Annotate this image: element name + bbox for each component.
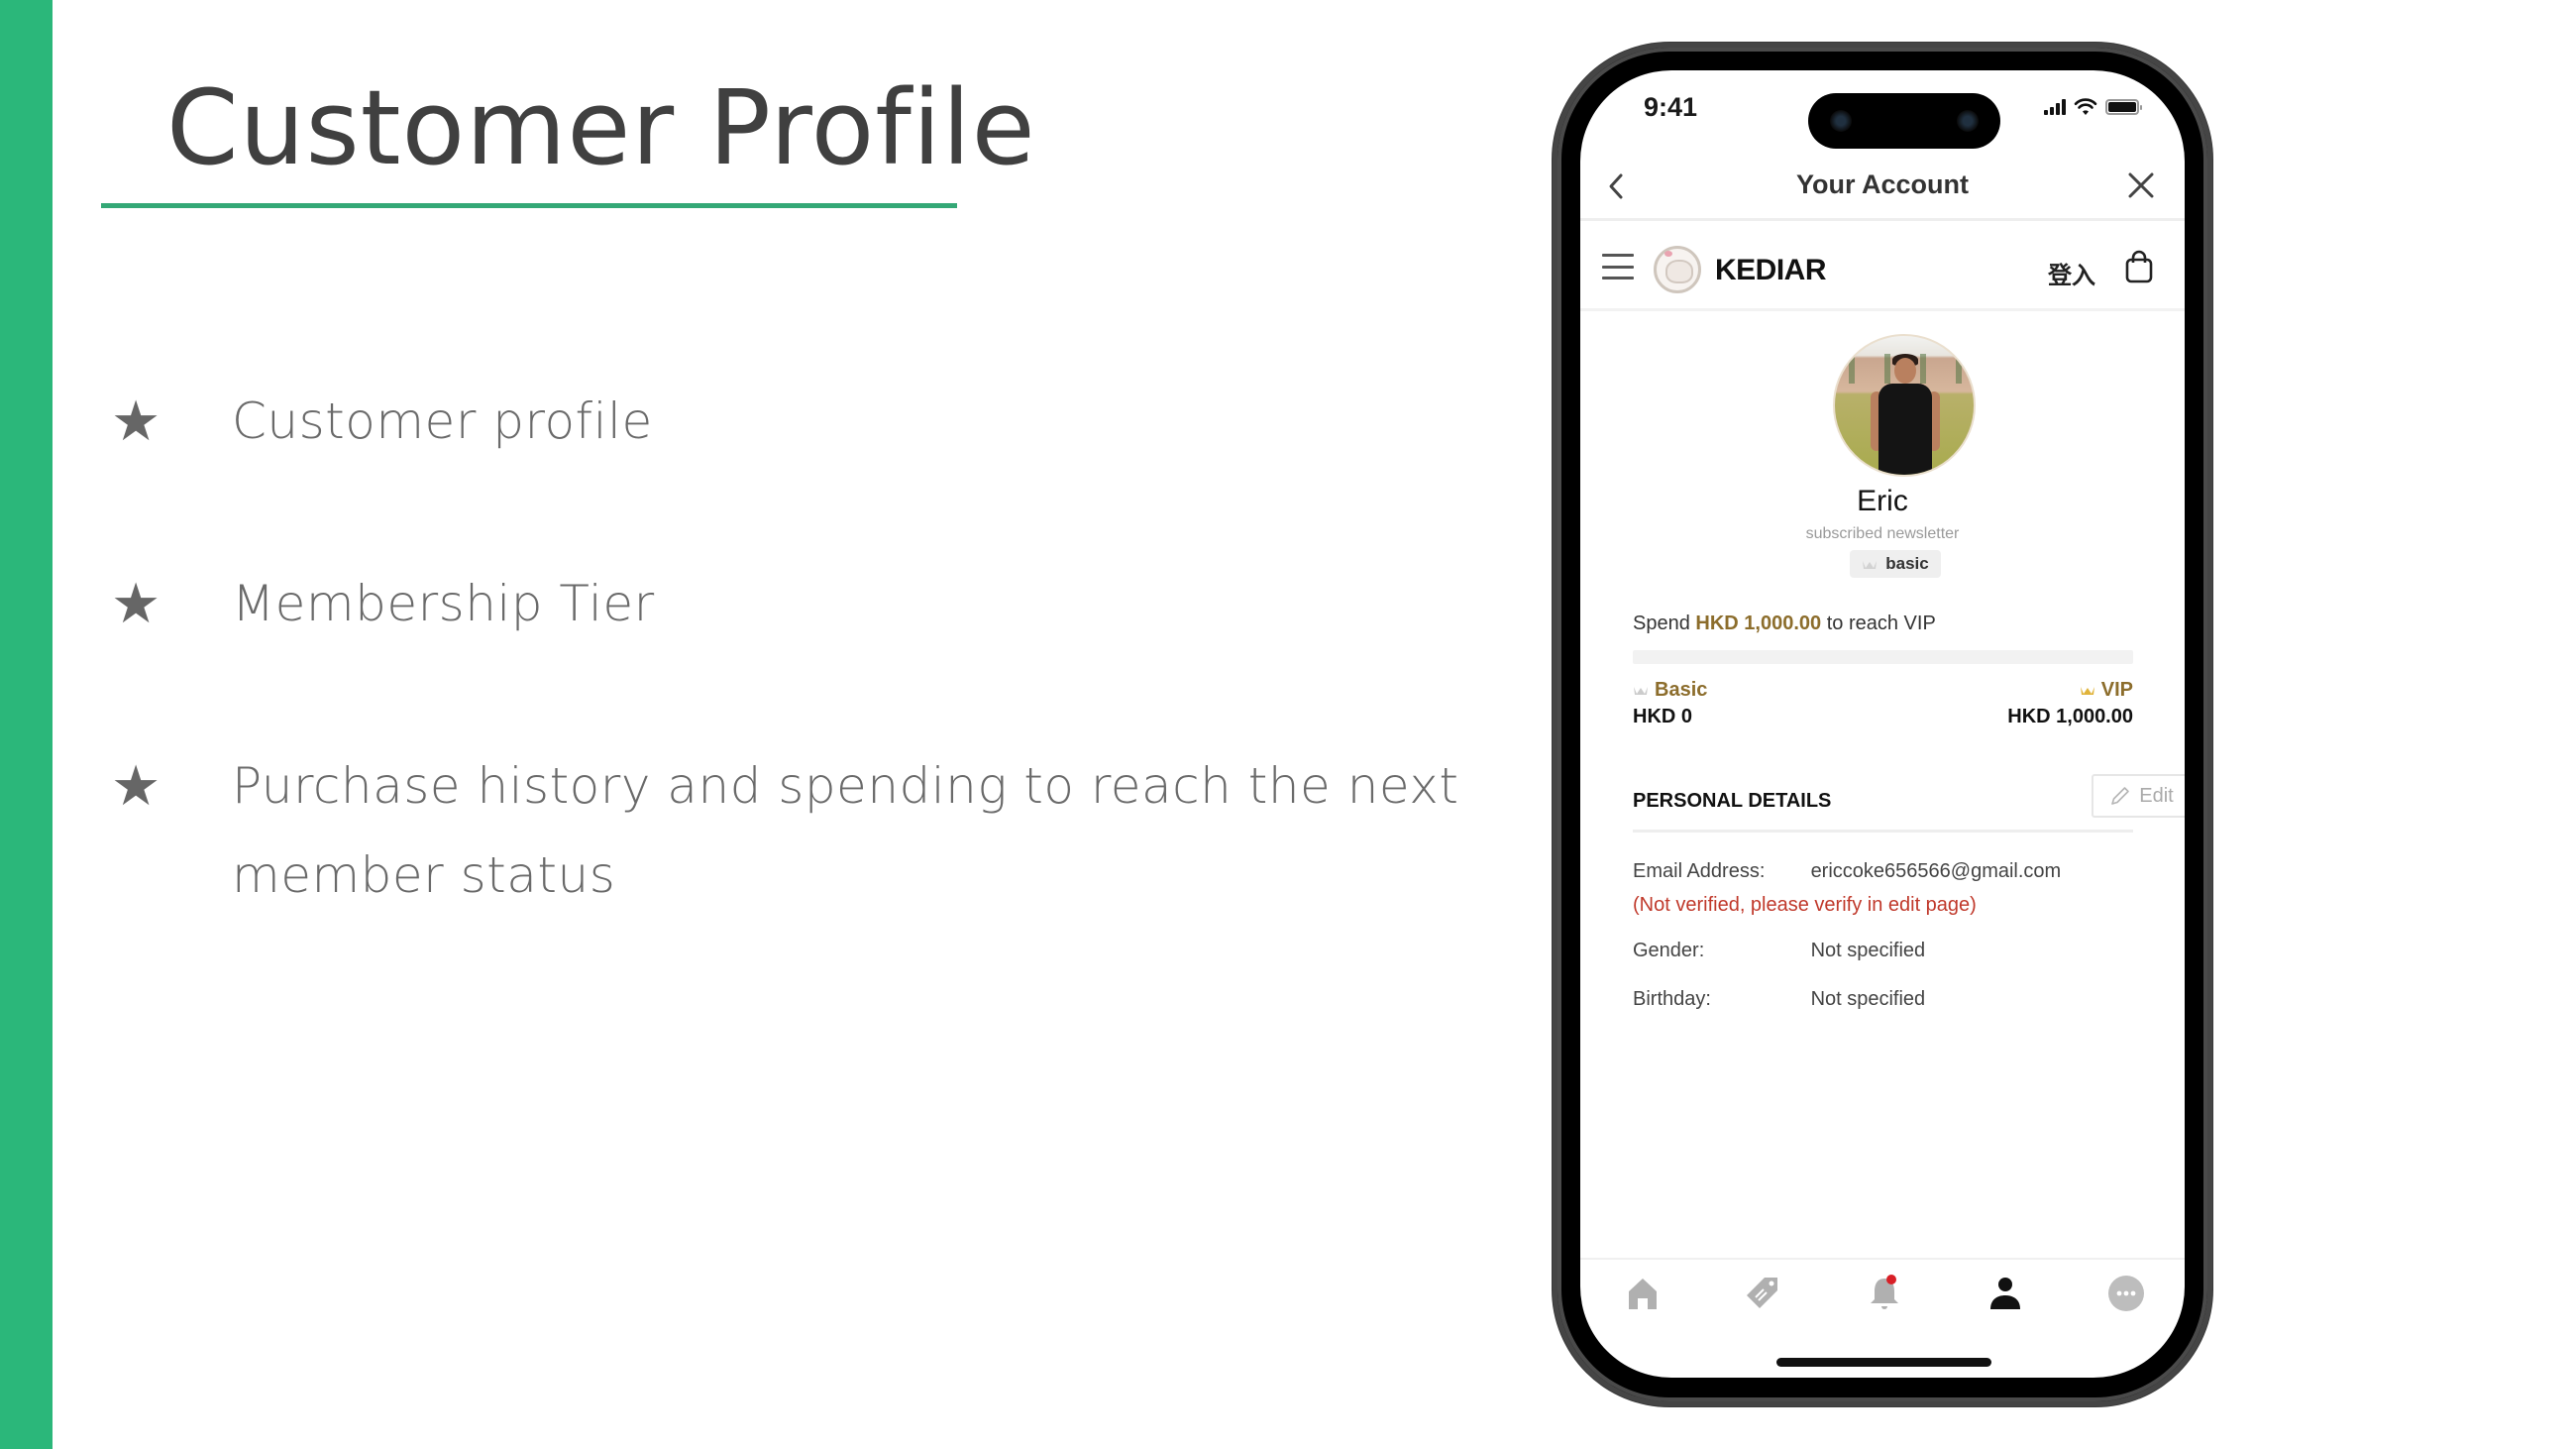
status-time: 9:41 — [1644, 92, 1698, 122]
newsletter-status: subscribed newsletter — [1805, 525, 1960, 542]
star-icon: ★ — [111, 572, 161, 636]
section-divider — [1633, 830, 2133, 833]
bell-icon[interactable] — [1865, 1274, 1904, 1313]
detail-row-email: Email Address: ericcoke656566@gmail.com — [1633, 860, 2061, 883]
detail-label: Birthday: — [1633, 988, 1711, 1010]
bullet-text: Membership Tier — [232, 575, 655, 632]
next-tier: VIP HKD 1,000.00 — [2007, 679, 2133, 728]
home-indicator[interactable] — [1776, 1358, 1991, 1367]
accent-bar — [0, 0, 53, 1449]
status-icons — [2044, 98, 2142, 116]
tier-badge: basic — [1850, 550, 1941, 578]
star-icon: ★ — [111, 754, 161, 819]
next-tier-amount: HKD 1,000.00 — [2007, 706, 2133, 727]
login-link[interactable]: 登入 — [2048, 256, 2095, 290]
wifi-icon — [2074, 98, 2097, 115]
tier-progress-bar — [1633, 650, 2133, 664]
edit-label: Edit — [2139, 784, 2174, 807]
current-tier: Basic HKD 0 — [1633, 679, 1707, 728]
home-icon[interactable] — [1623, 1274, 1663, 1313]
current-tier-amount: HKD 0 — [1633, 706, 1693, 727]
spend-to-next-tier: Spend HKD 1,000.00 to reach VIP — [1633, 613, 1936, 635]
nav-header: Your Account — [1580, 152, 2185, 221]
current-tier-name: Basic — [1655, 679, 1708, 701]
user-icon[interactable] — [1986, 1274, 2025, 1313]
slide-title: Customer Profile — [166, 67, 1036, 188]
bullet-text: Customer profile — [232, 392, 653, 450]
store-name[interactable]: KEDIAR — [1715, 254, 1827, 287]
tag-icon[interactable] — [1743, 1274, 1782, 1313]
more-icon[interactable] — [2106, 1274, 2146, 1313]
bullet-text: Purchase history and spending to reach t… — [232, 757, 1459, 904]
crown-icon — [1634, 687, 1648, 695]
spend-prefix: Spend — [1633, 613, 1690, 634]
crown-icon — [2080, 687, 2094, 695]
shopping-bag-icon[interactable] — [2125, 250, 2153, 283]
next-tier-name: VIP — [2100, 679, 2133, 701]
avatar — [1833, 334, 1976, 477]
dynamic-island — [1808, 93, 2000, 149]
battery-icon — [2105, 99, 2142, 115]
title-underline — [101, 203, 957, 208]
camera-icon — [1830, 110, 1852, 132]
camera-icon — [1957, 110, 1979, 132]
detail-value: Not specified — [1810, 940, 1926, 961]
close-icon[interactable] — [2123, 167, 2159, 203]
profile-name: Eric — [1857, 485, 1908, 517]
notification-badge — [1886, 1275, 1896, 1284]
hamburger-icon[interactable] — [1602, 254, 1634, 279]
detail-label: Email Address: — [1633, 860, 1766, 882]
nav-title: Your Account — [1796, 169, 1969, 199]
spend-amount: HKD 1,000.00 — [1695, 613, 1822, 634]
star-icon: ★ — [111, 390, 161, 454]
pencil-icon — [2111, 787, 2130, 805]
phone-screen: 9:41 Your Account KEDIAR 登入 Eric subscri… — [1580, 70, 2185, 1378]
bottom-tab-bar — [1580, 1258, 2185, 1337]
crown-icon — [1863, 560, 1878, 569]
edit-button[interactable]: Edit — [2092, 774, 2185, 818]
detail-row-birthday: Birthday: Not specified — [1633, 988, 1925, 1011]
detail-value: Not specified — [1810, 988, 1926, 1010]
email-verify-warning: (Not verified, please verify in edit pag… — [1633, 894, 1977, 916]
signal-icon — [2044, 99, 2066, 115]
store-logo[interactable] — [1654, 246, 1701, 293]
spend-suffix: to reach VIP — [1826, 613, 1936, 634]
store-bar: KEDIAR 登入 — [1580, 224, 2185, 311]
detail-value: ericcoke656566@gmail.com — [1810, 860, 2062, 882]
detail-label: Gender: — [1633, 940, 1705, 961]
personal-details-heading: PERSONAL DETAILS — [1633, 790, 1832, 812]
tier-badge-label: basic — [1885, 554, 1929, 573]
detail-row-gender: Gender: Not specified — [1633, 940, 1925, 962]
